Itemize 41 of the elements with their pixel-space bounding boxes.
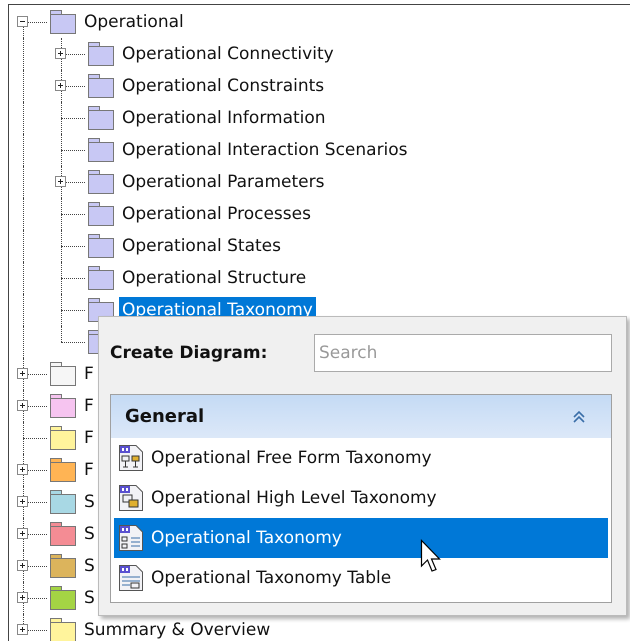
- tree-item[interactable]: Operational Structure: [119, 265, 310, 291]
- tree-item[interactable]: Summary & Overview: [81, 617, 274, 641]
- expand-icon[interactable]: [55, 176, 66, 187]
- expand-icon[interactable]: [55, 80, 66, 91]
- tree-item[interactable]: Operational Constraints: [119, 73, 328, 99]
- expand-icon[interactable]: [17, 560, 28, 571]
- tree-item[interactable]: S: [81, 553, 98, 579]
- tree-item[interactable]: Operational Parameters: [119, 169, 328, 195]
- tree-item[interactable]: Operational: [81, 9, 187, 35]
- diagram-icon: [118, 484, 144, 512]
- popup-title: Create Diagram:: [110, 343, 268, 363]
- tree-item[interactable]: F: [81, 457, 97, 483]
- tree-item[interactable]: F: [81, 361, 97, 387]
- tree-item[interactable]: F: [81, 425, 97, 451]
- diagram-type-item[interactable]: Operational Taxonomy: [114, 518, 608, 558]
- tree-item[interactable]: Operational Processes: [119, 201, 314, 227]
- diagram-icon: [118, 444, 144, 472]
- expand-icon[interactable]: [17, 528, 28, 539]
- tree-item[interactable]: Operational States: [119, 233, 284, 259]
- diagram-type-item[interactable]: Operational High Level Taxonomy: [114, 478, 608, 518]
- diagram-type-item[interactable]: Operational Free Form Taxonomy: [114, 438, 608, 478]
- diagram-icon: [118, 524, 144, 552]
- expand-icon[interactable]: [17, 400, 28, 411]
- expand-icon[interactable]: [17, 464, 28, 475]
- expand-icon[interactable]: [17, 496, 28, 507]
- tree-item[interactable]: S: [81, 521, 98, 547]
- expand-icon[interactable]: [17, 624, 28, 635]
- tree-item[interactable]: S: [81, 585, 98, 611]
- tree-item[interactable]: S: [81, 489, 98, 515]
- expand-icon[interactable]: [17, 368, 28, 379]
- tree-item[interactable]: F: [81, 393, 97, 419]
- collapse-icon[interactable]: [17, 16, 28, 27]
- diagram-icon: [118, 564, 144, 592]
- diagram-type-item[interactable]: Operational Taxonomy Table: [114, 558, 608, 598]
- expand-icon[interactable]: [17, 592, 28, 603]
- group-header[interactable]: General: [111, 395, 611, 438]
- tree-item[interactable]: Operational Interaction Scenarios: [119, 137, 411, 163]
- expand-icon[interactable]: [55, 48, 66, 59]
- tree-item[interactable]: Operational Information: [119, 105, 329, 131]
- tree-item[interactable]: Operational Connectivity: [119, 41, 337, 67]
- search-field[interactable]: Search: [314, 334, 612, 372]
